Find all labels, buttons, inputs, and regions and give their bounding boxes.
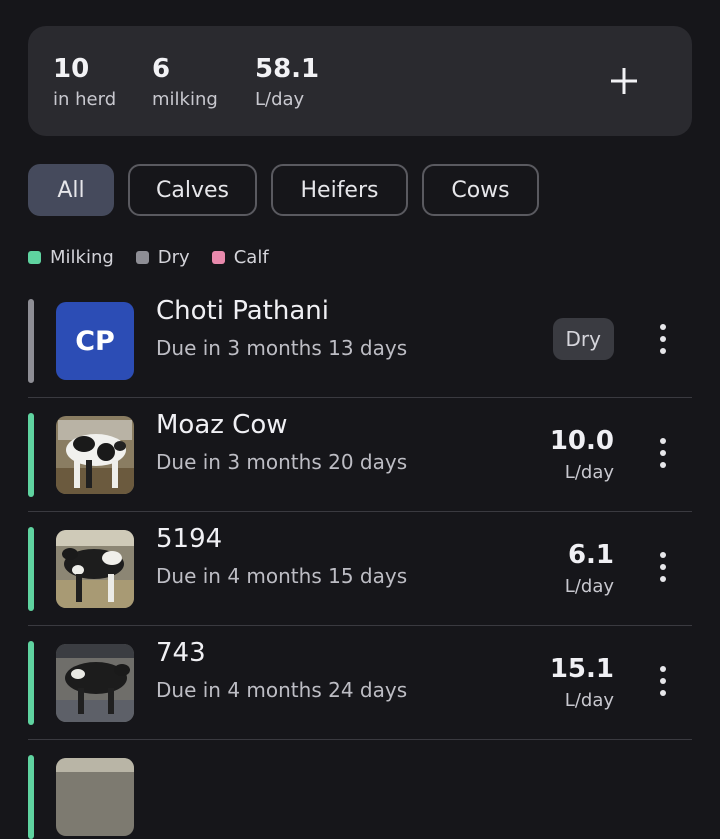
animal-row[interactable]: Moaz Cow Due in 3 months 20 days 10.0 L/… xyxy=(28,398,692,512)
more-options-button[interactable] xyxy=(658,324,668,354)
herd-count-stat: 10 in herd xyxy=(53,54,116,114)
animal-row[interactable]: 5194 Due in 4 months 15 days 6.1 L/day xyxy=(28,512,692,626)
animal-row[interactable]: 743 Due in 4 months 24 days 15.1 L/day xyxy=(28,626,692,740)
filter-heifers-chip[interactable]: Heifers xyxy=(271,164,408,216)
milking-count-label: milking xyxy=(152,89,218,110)
milking-count-stat: 6 milking xyxy=(152,54,218,114)
dot xyxy=(660,552,666,558)
daily-yield: 6.1 L/day xyxy=(565,540,614,597)
animal-name: Moaz Cow xyxy=(156,410,288,440)
dot xyxy=(660,348,666,354)
due-date: Due in 4 months 15 days xyxy=(156,564,408,588)
animal-name: 5194 xyxy=(156,524,223,554)
legend-dry: Dry xyxy=(135,247,190,268)
avatar-initials: CP xyxy=(75,325,115,357)
due-date: Due in 3 months 13 days xyxy=(156,336,408,360)
herd-count-value: 10 xyxy=(53,54,90,84)
cow-photo-image xyxy=(56,530,134,608)
filter-calves-label: Calves xyxy=(156,177,229,203)
animal-name: 743 xyxy=(156,638,206,668)
filter-cows-chip[interactable]: Cows xyxy=(422,164,539,216)
status-indicator-milking xyxy=(28,413,34,497)
milking-swatch xyxy=(28,251,41,264)
filter-cows-label: Cows xyxy=(451,177,510,203)
dot xyxy=(660,324,666,330)
filter-all-chip[interactable]: All xyxy=(28,164,114,216)
filter-all-label: All xyxy=(57,177,85,203)
dry-swatch xyxy=(135,251,149,264)
status-indicator-milking xyxy=(28,641,34,725)
animal-name: Choti Pathani xyxy=(156,296,329,326)
cow-photo xyxy=(56,530,134,608)
filter-heifers-label: Heifers xyxy=(300,177,379,203)
cow-photo-image xyxy=(56,644,134,722)
animal-row[interactable]: CP Choti Pathani Due in 3 months 13 days… xyxy=(28,284,692,398)
status-indicator-milking xyxy=(28,755,34,839)
cow-photo xyxy=(56,758,134,836)
add-animal-button[interactable] xyxy=(604,61,644,101)
animal-row[interactable] xyxy=(28,740,692,839)
dot xyxy=(660,438,666,444)
status-indicator-dry xyxy=(28,299,34,383)
daily-yield-label: L/day xyxy=(255,89,305,110)
status-badge: Dry xyxy=(552,318,614,360)
daily-yield: 10.0 L/day xyxy=(550,426,614,483)
dot xyxy=(660,690,666,696)
yield-value: 6.1 xyxy=(567,540,614,570)
legend-milking-label: Milking xyxy=(50,247,114,268)
dot xyxy=(660,462,666,468)
status-indicator-milking xyxy=(28,527,34,611)
legend-milking: Milking xyxy=(28,247,114,268)
yield-unit: L/day xyxy=(564,576,614,597)
dot xyxy=(660,576,666,582)
daily-yield: 15.1 L/day xyxy=(550,654,614,711)
dot xyxy=(660,450,666,456)
herd-count-label: in herd xyxy=(53,89,117,110)
dot xyxy=(660,564,666,570)
cow-photo xyxy=(56,644,134,722)
due-date: Due in 3 months 20 days xyxy=(156,450,408,474)
yield-unit: L/day xyxy=(564,462,614,483)
daily-yield-value: 58.1 xyxy=(255,54,320,84)
herd-summary-card: 10 in herd 6 milking 58.1 L/day xyxy=(28,26,692,136)
more-options-button[interactable] xyxy=(658,552,668,582)
more-options-button[interactable] xyxy=(658,438,668,468)
due-date: Due in 4 months 24 days xyxy=(156,678,408,702)
legend-calf: Calf xyxy=(211,247,269,268)
yield-value: 10.0 xyxy=(549,426,614,456)
cow-photo-image xyxy=(56,758,134,836)
yield-value: 15.1 xyxy=(549,654,614,684)
dot xyxy=(660,666,666,672)
filter-calves-chip[interactable]: Calves xyxy=(128,164,257,216)
dot xyxy=(660,336,666,342)
milking-count-value: 6 xyxy=(152,54,171,84)
cow-photo xyxy=(56,416,134,494)
yield-unit: L/day xyxy=(564,690,614,711)
dot xyxy=(660,678,666,684)
plus-icon xyxy=(611,68,637,94)
cow-photo-image xyxy=(56,416,134,494)
legend-calf-label: Calf xyxy=(233,247,269,268)
status-legend: Milking Dry Calf xyxy=(28,247,291,268)
more-options-button[interactable] xyxy=(658,666,668,696)
legend-dry-label: Dry xyxy=(157,247,190,268)
calf-swatch xyxy=(211,251,225,264)
daily-yield-stat: 58.1 L/day xyxy=(255,54,319,114)
avatar: CP xyxy=(56,302,134,380)
